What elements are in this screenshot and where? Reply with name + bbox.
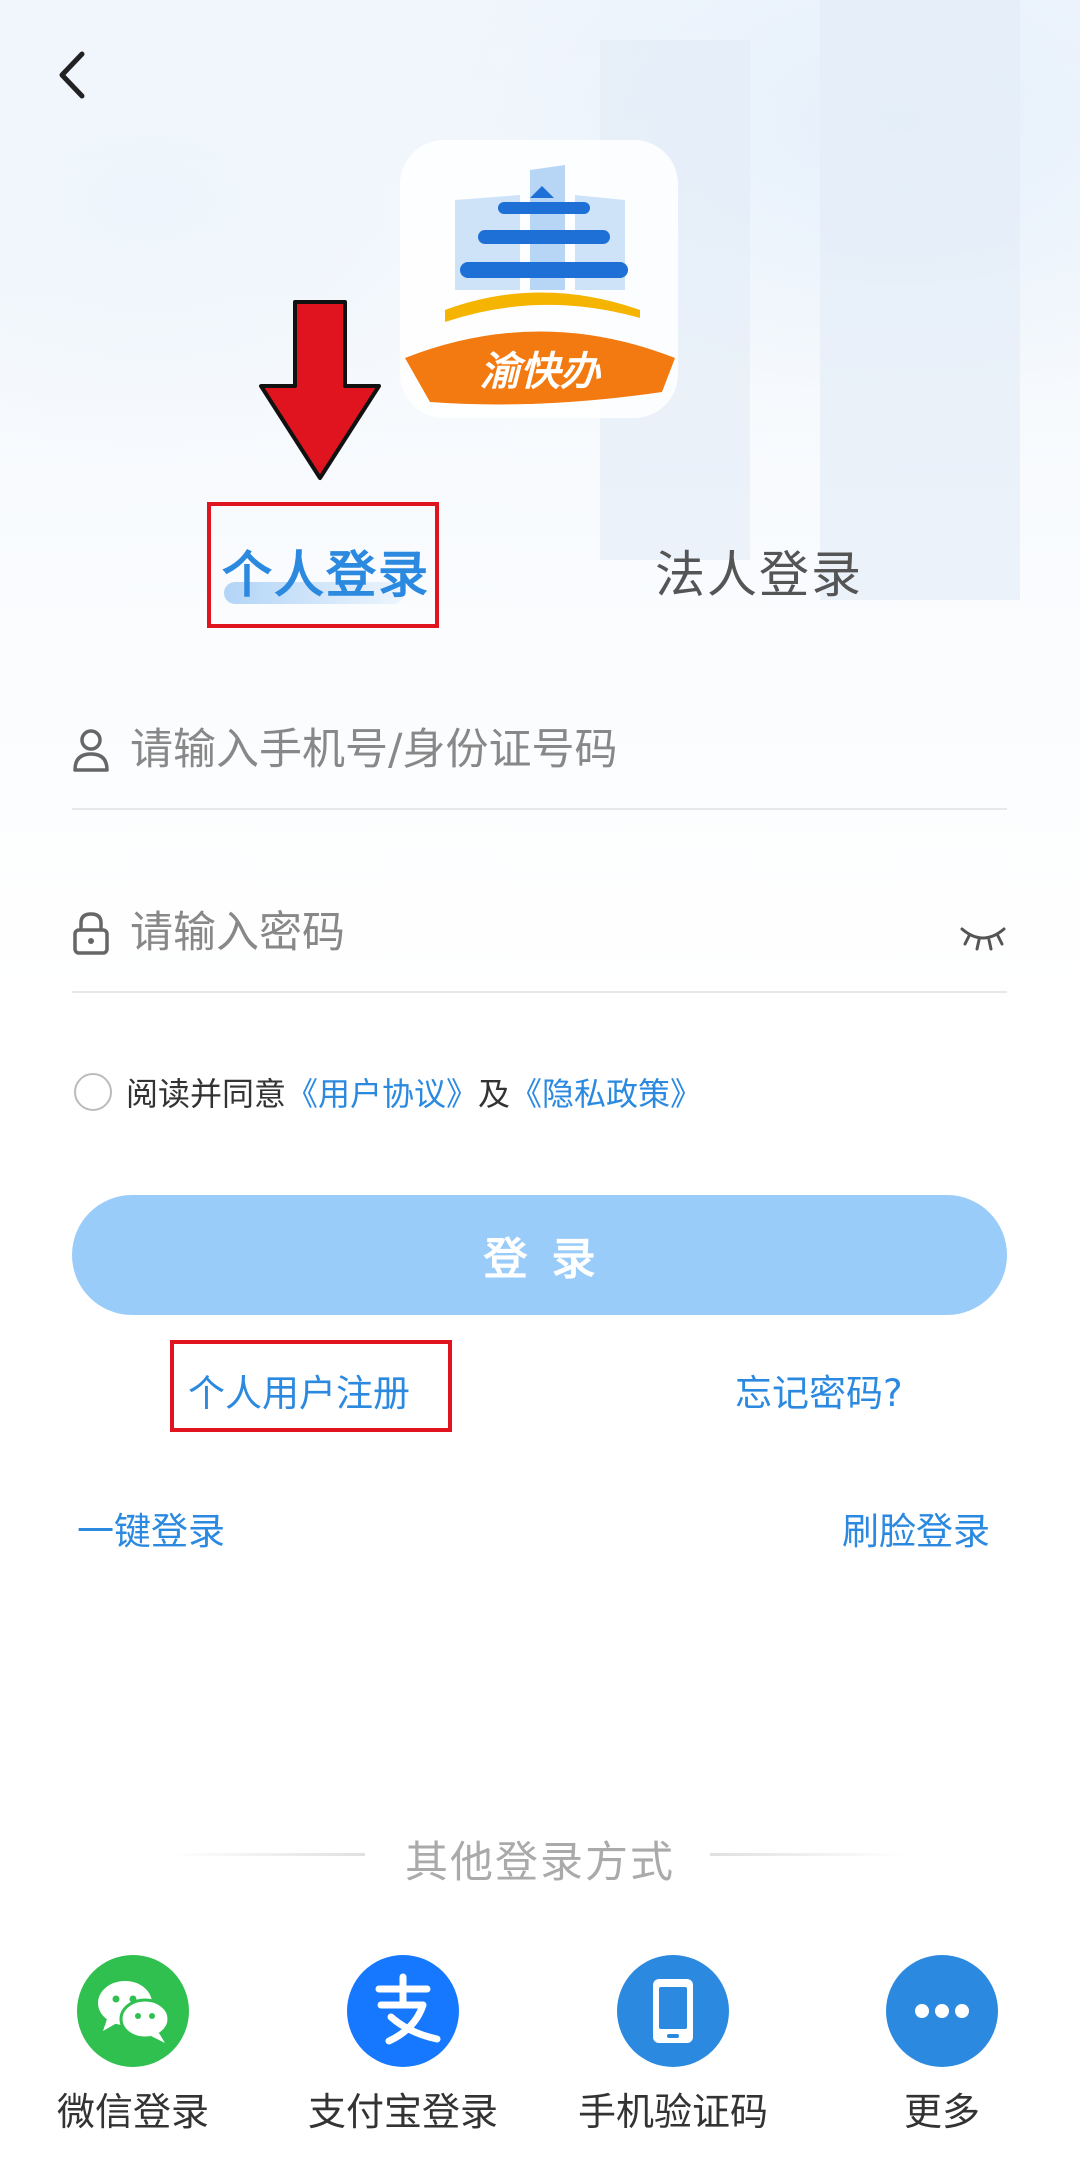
account-field	[72, 690, 1007, 810]
logo-icon: 渝快办	[400, 140, 678, 418]
agreement-and: 及	[478, 1075, 511, 1113]
wechat-login-button[interactable]: 微信登录	[23, 1955, 243, 2136]
sms-login-button[interactable]: 手机验证码	[563, 1955, 783, 2136]
privacy-policy-link[interactable]: 《隐私政策》	[510, 1069, 702, 1115]
other-methods-title: 其他登录方式	[405, 1838, 675, 1888]
more-icon	[886, 1955, 998, 2067]
red-highlight-box	[207, 502, 439, 628]
red-highlight-box	[170, 1340, 452, 1432]
alipay-login-button[interactable]: 支付宝登录	[293, 1955, 513, 2136]
red-arrow-annotation	[255, 298, 385, 483]
wechat-icon	[77, 1955, 189, 2067]
back-button[interactable]	[40, 40, 110, 110]
method-label: 更多	[903, 2090, 980, 2134]
eye-closed-icon[interactable]	[959, 923, 1007, 951]
method-label: 手机验证码	[577, 2090, 768, 2134]
svg-text:渝快办: 渝快办	[480, 349, 602, 395]
agreement-row: 阅读并同意 《用户协议》 及 《隐私政策》	[74, 1069, 702, 1115]
down-arrow-icon	[259, 300, 381, 480]
password-field	[72, 873, 1007, 993]
account-input[interactable]	[130, 714, 930, 786]
login-button[interactable]: 登录	[72, 1195, 1007, 1315]
agreement-prefix: 阅读并同意	[126, 1075, 287, 1113]
forgot-password-link[interactable]: 忘记密码?	[735, 1363, 903, 1417]
app-logo: 渝快办	[400, 140, 678, 418]
lock-icon	[73, 912, 109, 955]
method-label: 支付宝登录	[307, 2090, 498, 2134]
alipay-icon	[347, 1955, 459, 2067]
one-click-login-link[interactable]: 一键登录	[77, 1501, 225, 1555]
password-input[interactable]	[130, 897, 930, 969]
phone-icon	[617, 1955, 729, 2067]
more-login-button[interactable]: 更多	[832, 1955, 1052, 2136]
agreement-checkbox[interactable]	[74, 1073, 112, 1111]
user-agreement-link[interactable]: 《用户协议》	[286, 1069, 478, 1115]
back-arrow-icon	[59, 51, 85, 99]
background-building	[820, 0, 1020, 600]
user-icon	[73, 729, 109, 772]
tab-corporate-login[interactable]: 法人登录	[655, 535, 863, 607]
face-login-link[interactable]: 刷脸登录	[842, 1501, 990, 1555]
method-label: 微信登录	[56, 2090, 209, 2134]
